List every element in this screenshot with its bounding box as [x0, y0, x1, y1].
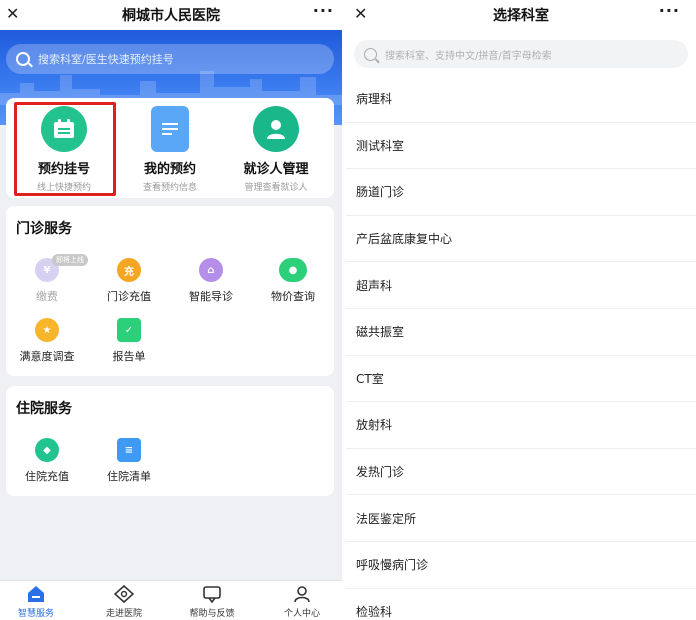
tab-smart-service[interactable]: 智慧服务 — [0, 585, 76, 619]
department-item[interactable]: 发热门诊 — [346, 449, 696, 496]
quick-action-sub: 查看预约信息 — [142, 183, 197, 193]
department-item[interactable]: 放射科 — [346, 402, 696, 449]
right-title-bar: ✕ 选择科室 ··· — [346, 0, 696, 30]
list-icon: ≡ — [117, 438, 141, 462]
hospital-title: 桐城市人民医院 — [122, 8, 220, 24]
guide-icon: ⌂ — [199, 258, 223, 282]
department-item[interactable]: 超声科 — [346, 262, 696, 309]
department-item[interactable]: 检验科 — [346, 589, 696, 620]
quick-action-sub: 管理查看就诊人 — [244, 183, 308, 193]
close-icon[interactable]: ✕ — [354, 4, 367, 24]
tab-label: 智慧服务 — [17, 609, 54, 619]
section-title: 住院服务 — [16, 401, 72, 417]
compass-icon — [114, 585, 134, 603]
bottom-tab-bar: 智慧服务 走进医院 帮助与反馈 个人中心 — [0, 580, 342, 620]
department-item[interactable]: 磁共振室 — [346, 309, 696, 356]
service-label: 门诊充值 — [107, 290, 151, 303]
tab-label: 走进医院 — [105, 609, 142, 619]
section-title: 门诊服务 — [16, 221, 72, 237]
department-item[interactable]: 测试科室 — [346, 123, 696, 170]
service-label: 物价查询 — [271, 290, 315, 303]
page-title: 选择科室 — [493, 8, 549, 24]
tab-help-feedback[interactable]: 帮助与反馈 — [172, 585, 252, 619]
service-inpatient-recharge[interactable]: ◆ 住院充值 — [6, 438, 88, 484]
search-input[interactable]: 搜索科室/医生快速预约挂号 — [6, 44, 334, 74]
quick-actions-card: 预约挂号 线上快捷预约 我的预约 查看预约信息 就诊人管理 管理查看就诊人 — [6, 98, 334, 198]
select-department-panel: ✕ 选择科室 ··· 搜索科室、支持中文/拼音/首字母检索 病理科 测试科室 肠… — [346, 0, 696, 620]
service-label: 住院充值 — [25, 470, 69, 483]
document-icon — [151, 106, 189, 152]
search-placeholder: 搜索科室/医生快速预约挂号 — [38, 53, 174, 66]
quick-action-my-appointments[interactable]: 我的预约 查看预约信息 — [120, 106, 220, 196]
service-price-query[interactable]: ● 物价查询 — [252, 258, 334, 304]
inpatient-services-card: 住院服务 ◆ 住院充值 ≡ 住院清单 — [6, 386, 334, 496]
service-label: 报告单 — [112, 350, 146, 363]
user-icon — [294, 586, 310, 603]
search-placeholder: 搜索科室、支持中文/拼音/首字母检索 — [385, 50, 552, 62]
person-icon — [253, 106, 299, 152]
department-item[interactable]: 病理科 — [346, 76, 696, 123]
home-icon — [28, 586, 44, 602]
service-label: 智能导诊 — [189, 290, 233, 303]
diamond-icon: ◆ — [35, 438, 59, 462]
department-search-input[interactable]: 搜索科室、支持中文/拼音/首字母检索 — [354, 40, 688, 68]
report-icon: ✓ — [117, 318, 141, 342]
quick-action-label: 就诊人管理 — [243, 162, 309, 177]
star-icon: ★ — [35, 318, 59, 342]
outpatient-services-card: 门诊服务 ¥ 缴费 即将上线 充 门诊充值 ⌂ 智能导诊 ● 物价查询 ★ 满意… — [6, 206, 334, 376]
service-label: 缴费 — [36, 290, 58, 303]
left-title-bar: ✕ 桐城市人民医院 ··· — [0, 0, 342, 30]
department-list: 病理科 测试科室 肠道门诊 产后盆底康复中心 超声科 磁共振室 CT室 放射科 … — [346, 76, 696, 620]
service-inpatient-list[interactable]: ≡ 住院清单 — [88, 438, 170, 484]
highlight-box — [14, 102, 116, 196]
tab-label: 帮助与反馈 — [189, 609, 235, 619]
service-report[interactable]: ✓ 报告单 — [88, 318, 170, 364]
more-icon[interactable]: ··· — [659, 1, 680, 20]
search-icon — [16, 52, 30, 66]
search-icon — [364, 47, 377, 61]
quick-action-label: 我的预约 — [143, 162, 196, 177]
service-label: 满意度调查 — [19, 350, 75, 363]
service-label: 住院清单 — [107, 470, 151, 483]
department-item[interactable]: 呼吸慢病门诊 — [346, 542, 696, 589]
tab-personal-center[interactable]: 个人中心 — [262, 585, 342, 619]
department-item[interactable]: CT室 — [346, 356, 696, 403]
pill-icon: ● — [279, 258, 307, 282]
service-satisfaction-survey[interactable]: ★ 满意度调查 — [6, 318, 88, 364]
department-item[interactable]: 法医鉴定所 — [346, 495, 696, 542]
close-icon[interactable]: ✕ — [6, 4, 19, 24]
service-smart-guide[interactable]: ⌂ 智能导诊 — [170, 258, 252, 304]
screenshot-root: ✕ 桐城市人民医院 ··· 搜索科室/医生快速预约挂号 预约挂号 线上快捷预约 — [0, 0, 696, 620]
chat-icon — [203, 586, 221, 603]
tab-about-hospital[interactable]: 走进医院 — [84, 585, 164, 619]
department-item[interactable]: 产后盆底康复中心 — [346, 216, 696, 263]
coming-soon-badge: 即将上线 — [52, 254, 88, 266]
service-outpatient-recharge[interactable]: 充 门诊充值 — [88, 258, 170, 304]
recharge-icon: 充 — [117, 258, 141, 282]
tab-label: 个人中心 — [283, 609, 320, 619]
department-item[interactable]: 肠道门诊 — [346, 169, 696, 216]
hospital-home-panel: ✕ 桐城市人民医院 ··· 搜索科室/医生快速预约挂号 预约挂号 线上快捷预约 — [0, 0, 342, 620]
more-icon[interactable]: ··· — [313, 1, 334, 20]
quick-action-patient-management[interactable]: 就诊人管理 管理查看就诊人 — [226, 106, 326, 196]
